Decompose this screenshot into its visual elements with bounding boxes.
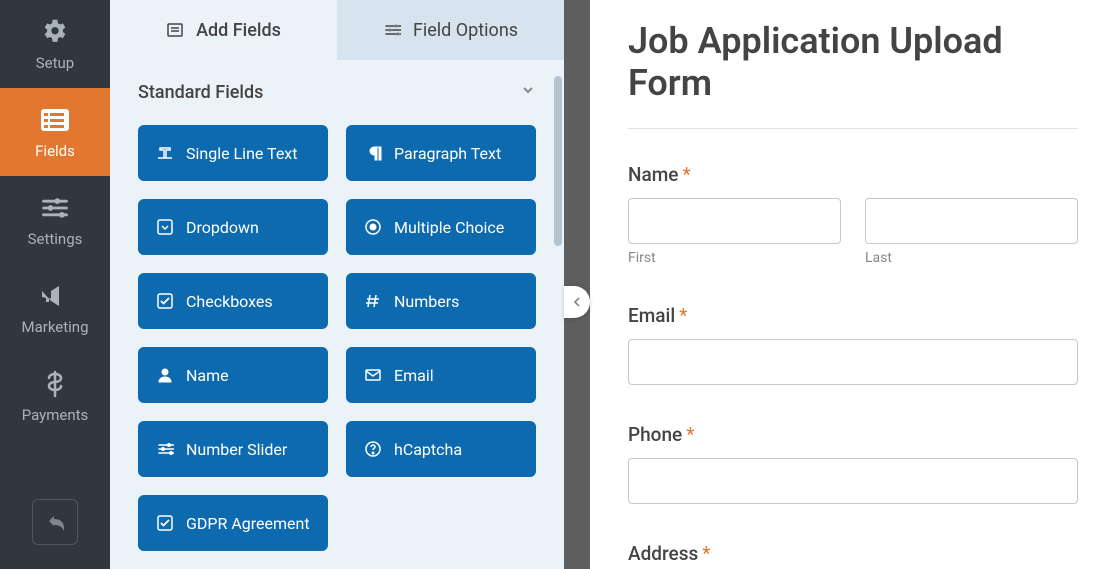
field-type-gdpr[interactable]: GDPR Agreement xyxy=(138,495,328,551)
mail-icon xyxy=(364,366,382,384)
panel-collapse-handle[interactable] xyxy=(564,286,590,318)
field-type-label: Multiple Choice xyxy=(394,218,504,237)
check-sq-icon xyxy=(156,292,174,310)
field-name-label: Name* xyxy=(628,163,1078,186)
accordion-standard-fields[interactable]: Standard Fields xyxy=(138,82,536,103)
accordion-title: Standard Fields xyxy=(138,82,263,103)
field-type-label: Paragraph Text xyxy=(394,144,501,163)
nav-payments-label: Payments xyxy=(22,406,89,424)
nav-payments[interactable]: Payments xyxy=(0,352,110,440)
field-type-label: hCaptcha xyxy=(394,440,462,459)
field-type-paragraph-text[interactable]: Paragraph Text xyxy=(346,125,536,181)
field-type-email[interactable]: Email xyxy=(346,347,536,403)
field-name: Name* First Last xyxy=(628,163,1078,266)
chevron-down-icon xyxy=(520,82,536,103)
field-address-label: Address* xyxy=(628,542,1078,565)
caret-sq-icon xyxy=(156,218,174,236)
phone-input[interactable] xyxy=(628,458,1078,504)
gear-icon xyxy=(39,16,71,48)
tab-field-options[interactable]: Field Options xyxy=(337,0,564,60)
nav-marketing[interactable]: Marketing xyxy=(0,264,110,352)
field-type-name[interactable]: Name xyxy=(138,347,328,403)
field-type-checkboxes[interactable]: Checkboxes xyxy=(138,273,328,329)
nav-setup[interactable]: Setup xyxy=(0,0,110,88)
field-address: Address* xyxy=(628,542,1078,565)
undo-icon xyxy=(45,512,65,532)
sliders-icon xyxy=(383,21,401,39)
nav-setup-label: Setup xyxy=(36,54,74,72)
form-title: Job Application Upload Form xyxy=(628,20,1078,104)
field-type-hcaptcha[interactable]: hCaptcha xyxy=(346,421,536,477)
dollar-icon xyxy=(39,368,71,400)
field-type-number-slider[interactable]: Number Slider xyxy=(138,421,328,477)
fields-icon xyxy=(39,104,71,136)
first-sublabel: First xyxy=(628,250,841,266)
field-type-label: GDPR Agreement xyxy=(186,514,310,533)
form-icon xyxy=(166,21,184,39)
field-email-label: Email* xyxy=(628,304,1078,327)
tab-add-fields-label: Add Fields xyxy=(196,20,281,41)
field-type-label: Name xyxy=(186,366,229,385)
field-phone-label: Phone* xyxy=(628,423,1078,446)
last-name-input[interactable] xyxy=(865,198,1078,244)
field-type-single-line-text[interactable]: Single Line Text xyxy=(138,125,328,181)
tab-add-fields[interactable]: Add Fields xyxy=(110,0,337,60)
divider xyxy=(628,128,1078,129)
nav-settings[interactable]: Settings xyxy=(0,176,110,264)
undo-button[interactable] xyxy=(32,499,78,545)
field-type-label: Numbers xyxy=(394,292,459,311)
nav-fields-label: Fields xyxy=(35,142,75,160)
email-input[interactable] xyxy=(628,339,1078,385)
last-sublabel: Last xyxy=(865,250,1078,266)
nav-settings-label: Settings xyxy=(28,230,83,248)
bullhorn-icon xyxy=(39,280,71,312)
scrollbar-thumb[interactable] xyxy=(554,76,562,246)
check-sq-icon xyxy=(156,514,174,532)
nav-fields[interactable]: Fields xyxy=(0,88,110,176)
nav-marketing-label: Marketing xyxy=(21,318,88,336)
field-type-dropdown[interactable]: Dropdown xyxy=(138,199,328,255)
field-type-numbers[interactable]: Numbers xyxy=(346,273,536,329)
field-type-label: Email xyxy=(394,366,434,385)
first-name-input[interactable] xyxy=(628,198,841,244)
tab-field-options-label: Field Options xyxy=(413,20,518,41)
hash-icon xyxy=(364,292,382,310)
field-type-label: Number Slider xyxy=(186,440,287,459)
field-type-label: Dropdown xyxy=(186,218,259,237)
field-type-label: Checkboxes xyxy=(186,292,273,311)
field-type-multiple-choice[interactable]: Multiple Choice xyxy=(346,199,536,255)
text-icon xyxy=(156,144,174,162)
radio-icon xyxy=(364,218,382,236)
paragraph-icon xyxy=(364,144,382,162)
field-phone: Phone* xyxy=(628,423,1078,504)
sliders-icon xyxy=(156,440,174,458)
help-icon xyxy=(364,440,382,458)
field-email: Email* xyxy=(628,304,1078,385)
field-type-label: Single Line Text xyxy=(186,144,297,163)
user-icon xyxy=(156,366,174,384)
sliders-icon xyxy=(39,192,71,224)
